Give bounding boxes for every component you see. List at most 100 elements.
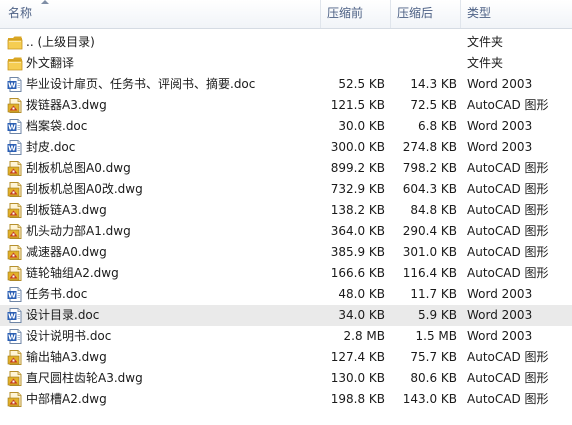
file-row[interactable]: 中部槽A2.dwg 198.8 KB 143.0 KB AutoCAD 图形 xyxy=(0,389,572,410)
file-row[interactable]: W 档案袋.doc 30.0 KB 6.8 KB Word 2003 xyxy=(0,116,572,137)
svg-text:W: W xyxy=(8,292,16,300)
file-original-size: 48.0 KB xyxy=(338,287,385,301)
file-row[interactable]: W 设计目录.doc 34.0 KB 5.9 KB Word 2003 xyxy=(0,305,572,326)
file-type: Word 2003 xyxy=(467,77,533,91)
file-type: Word 2003 xyxy=(467,308,533,322)
file-compressed-size: 116.4 KB xyxy=(402,266,457,280)
file-compressed-size: 290.4 KB xyxy=(402,224,457,238)
file-original-size: 34.0 KB xyxy=(338,308,385,322)
file-name: 刮板链A3.dwg xyxy=(26,203,107,217)
file-type: AutoCAD 图形 xyxy=(467,182,549,196)
column-header-original-size-label: 压缩前 xyxy=(327,6,364,20)
file-compressed-size: 80.6 KB xyxy=(410,371,457,385)
file-original-size: 899.2 KB xyxy=(330,161,385,175)
folder-icon xyxy=(7,55,23,72)
dwg-file-icon xyxy=(7,181,23,198)
file-original-size: 130.0 KB xyxy=(330,371,385,385)
folder-icon xyxy=(7,34,23,51)
file-list-rows: .. (上级目录) 文件夹外文翻译 文件夹 W 毕业设计扉页、任务书、评阅书、摘要.do… xyxy=(0,32,572,410)
file-row[interactable]: 直尺圆柱齿轮A3.dwg 130.0 KB 80.6 KB AutoCAD 图形 xyxy=(0,368,572,389)
file-type: Word 2003 xyxy=(467,119,533,133)
file-original-size: 300.0 KB xyxy=(330,140,385,154)
word-doc-icon: W xyxy=(7,118,23,135)
file-row[interactable]: 刮板机总图A0改.dwg 732.9 KB 604.3 KB AutoCAD 图形 xyxy=(0,179,572,200)
file-row[interactable]: 拨链器A3.dwg 121.5 KB 72.5 KB AutoCAD 图形 xyxy=(0,95,572,116)
dwg-file-icon xyxy=(7,391,23,408)
file-name: 设计目录.doc xyxy=(26,308,100,322)
file-original-size: 2.8 MB xyxy=(343,329,385,343)
column-header-type-label: 类型 xyxy=(467,6,492,20)
file-type: AutoCAD 图形 xyxy=(467,392,549,406)
file-row[interactable]: 机头动力部A1.dwg 364.0 KB 290.4 KB AutoCAD 图形 xyxy=(0,221,572,242)
file-original-size: 198.8 KB xyxy=(330,392,385,406)
file-compressed-size: 72.5 KB xyxy=(410,98,457,112)
file-row[interactable]: W 任务书.doc 48.0 KB 11.7 KB Word 2003 xyxy=(0,284,572,305)
file-row[interactable]: W 毕业设计扉页、任务书、评阅书、摘要.doc 52.5 KB 14.3 KB Word… xyxy=(0,74,572,95)
dwg-file-icon xyxy=(7,202,23,219)
column-header-compressed-size[interactable]: 压缩后 xyxy=(390,0,463,28)
svg-text:W: W xyxy=(8,82,16,90)
file-original-size: 166.6 KB xyxy=(330,266,385,280)
file-name: 输出轴A3.dwg xyxy=(26,350,107,364)
file-name: 刮板机总图A0.dwg xyxy=(26,161,131,175)
file-type: AutoCAD 图形 xyxy=(467,245,549,259)
word-doc-icon: W xyxy=(7,139,23,156)
column-header-type[interactable]: 类型 xyxy=(460,0,572,28)
file-row[interactable]: 减速器A0.dwg 385.9 KB 301.0 KB AutoCAD 图形 xyxy=(0,242,572,263)
dwg-file-icon xyxy=(7,244,23,261)
svg-text:W: W xyxy=(8,145,16,153)
word-doc-icon: W xyxy=(7,76,23,93)
file-row[interactable]: W 设计说明书.doc 2.8 MB 1.5 MB Word 2003 xyxy=(0,326,572,347)
file-compressed-size: 274.8 KB xyxy=(402,140,457,154)
file-name: 刮板机总图A0改.dwg xyxy=(26,182,143,196)
file-original-size: 127.4 KB xyxy=(330,350,385,364)
file-compressed-size: 301.0 KB xyxy=(402,245,457,259)
file-name: 拨链器A3.dwg xyxy=(26,98,107,112)
file-compressed-size: 604.3 KB xyxy=(402,182,457,196)
file-name: 减速器A0.dwg xyxy=(26,245,107,259)
word-doc-icon: W xyxy=(7,328,23,345)
file-original-size: 30.0 KB xyxy=(338,119,385,133)
file-compressed-size: 798.2 KB xyxy=(402,161,457,175)
file-type: Word 2003 xyxy=(467,140,533,154)
column-header-name-label: 名称 xyxy=(8,6,33,20)
file-row[interactable]: 链轮轴组A2.dwg 166.6 KB 116.4 KB AutoCAD 图形 xyxy=(0,263,572,284)
sort-ascending-icon xyxy=(41,0,49,4)
file-name: 封皮.doc xyxy=(26,140,76,154)
file-row[interactable]: .. (上级目录) 文件夹 xyxy=(0,32,572,53)
file-name: 档案袋.doc xyxy=(26,119,88,133)
column-header-name[interactable]: 名称 xyxy=(8,0,49,28)
file-name: 毕业设计扉页、任务书、评阅书、摘要.doc xyxy=(26,77,256,91)
column-header-original-size[interactable]: 压缩前 xyxy=(320,0,395,28)
file-name: 链轮轴组A2.dwg xyxy=(26,266,119,280)
file-type: AutoCAD 图形 xyxy=(467,350,549,364)
file-compressed-size: 5.9 KB xyxy=(418,308,457,322)
column-header-compressed-size-label: 压缩后 xyxy=(397,6,434,20)
file-name: 设计说明书.doc xyxy=(26,329,112,343)
file-compressed-size: 14.3 KB xyxy=(410,77,457,91)
file-row[interactable]: 刮板机总图A0.dwg 899.2 KB 798.2 KB AutoCAD 图形 xyxy=(0,158,572,179)
file-compressed-size: 75.7 KB xyxy=(410,350,457,364)
svg-text:W: W xyxy=(8,334,16,342)
word-doc-icon: W xyxy=(7,286,23,303)
dwg-file-icon xyxy=(7,160,23,177)
file-row[interactable]: 外文翻译 文件夹 xyxy=(0,53,572,74)
file-name: 机头动力部A1.dwg xyxy=(26,224,131,238)
file-row[interactable]: 刮板链A3.dwg 138.2 KB 84.8 KB AutoCAD 图形 xyxy=(0,200,572,221)
file-name: 中部槽A2.dwg xyxy=(26,392,107,406)
dwg-file-icon xyxy=(7,370,23,387)
file-type: AutoCAD 图形 xyxy=(467,161,549,175)
file-type: AutoCAD 图形 xyxy=(467,203,549,217)
file-name: 外文翻译 xyxy=(26,56,75,70)
file-original-size: 364.0 KB xyxy=(330,224,385,238)
file-original-size: 732.9 KB xyxy=(330,182,385,196)
file-compressed-size: 11.7 KB xyxy=(410,287,457,301)
file-compressed-size: 143.0 KB xyxy=(402,392,457,406)
file-type: Word 2003 xyxy=(467,329,533,343)
file-original-size: 385.9 KB xyxy=(330,245,385,259)
column-header-bar: 名称 压缩前 压缩后 类型 xyxy=(0,0,572,29)
file-name: 直尺圆柱齿轮A3.dwg xyxy=(26,371,143,385)
file-type: 文件夹 xyxy=(467,56,504,70)
file-row[interactable]: W 封皮.doc 300.0 KB 274.8 KB Word 2003 xyxy=(0,137,572,158)
file-row[interactable]: 输出轴A3.dwg 127.4 KB 75.7 KB AutoCAD 图形 xyxy=(0,347,572,368)
